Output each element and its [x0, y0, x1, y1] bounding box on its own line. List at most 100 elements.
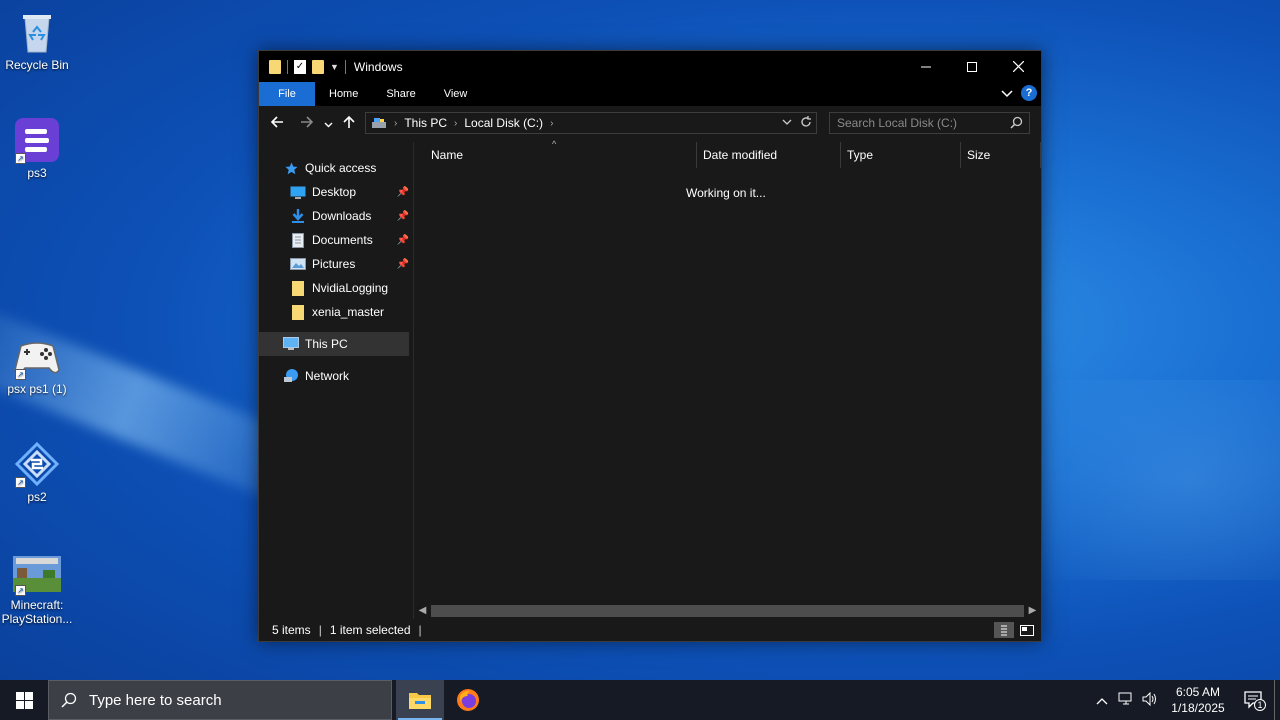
nav-item-quick-access[interactable]: Quick access	[259, 156, 413, 180]
recycle-bin-icon	[13, 8, 61, 56]
close-button[interactable]	[995, 51, 1041, 82]
status-separator: |	[418, 623, 422, 637]
column-header-date-modified[interactable]: Date modified	[697, 142, 841, 168]
show-hidden-icons-button[interactable]	[1090, 693, 1114, 708]
column-header-type[interactable]: Type	[841, 142, 961, 168]
notification-count-badge: 1	[1254, 699, 1266, 711]
minimize-button[interactable]	[903, 51, 949, 82]
expand-ribbon-icon[interactable]	[1001, 87, 1013, 99]
ribbon-tabs: File Home Share View ?	[259, 82, 1041, 106]
search-icon[interactable]	[1010, 116, 1023, 129]
address-history-icon[interactable]	[782, 115, 792, 129]
breadcrumb-separator-icon[interactable]: ›	[550, 118, 553, 129]
nav-item-label: Downloads	[312, 209, 372, 223]
scrollbar-thumb[interactable]	[431, 604, 1024, 617]
back-button[interactable]	[265, 115, 289, 133]
download-icon	[290, 208, 306, 224]
search-box[interactable]: Search Local Disk (C:)	[829, 112, 1030, 134]
nav-item-label: NvidiaLogging	[312, 281, 389, 295]
title-bar[interactable]: ✓ ▼ Windows	[259, 51, 1041, 82]
scroll-left-icon[interactable]: ◀	[414, 605, 431, 616]
desktop-icon-ps3[interactable]: ↗ ps3	[0, 116, 74, 180]
address-bar[interactable]: › This PC › Local Disk (C:) ›	[365, 112, 817, 134]
column-header-name[interactable]: Name	[425, 142, 697, 168]
nav-item-pictures[interactable]: Pictures 📌	[259, 252, 413, 276]
details-view-button[interactable]	[994, 622, 1014, 638]
drive-icon	[372, 118, 386, 128]
tab-home[interactable]: Home	[315, 82, 372, 106]
large-icons-view-button[interactable]	[1017, 622, 1037, 638]
new-folder-icon[interactable]	[312, 59, 324, 74]
desktop-icon-label: ps3	[27, 166, 47, 180]
scroll-right-icon[interactable]: ▶	[1024, 605, 1041, 616]
address-bar-controls	[782, 115, 812, 129]
show-desktop-button[interactable]	[1274, 680, 1280, 720]
nav-item-network[interactable]: Network	[259, 364, 413, 388]
desktop-icon-recycle-bin[interactable]: Recycle Bin	[0, 8, 74, 72]
breadcrumb-separator-icon: ›	[454, 117, 458, 129]
ps3-emulator-icon: ↗	[13, 116, 61, 164]
network-tray-button[interactable]	[1114, 692, 1138, 709]
desktop-icon-label: Recycle Bin	[5, 58, 69, 72]
file-list-area[interactable]: ^ Name Date modified Type Size Working o…	[414, 139, 1041, 619]
desktop-icon-minecraft[interactable]: ↗ Minecraft: PlayStation...	[0, 556, 74, 626]
computer-icon	[283, 336, 299, 352]
taskbar-search-box[interactable]: Type here to search	[48, 680, 392, 720]
properties-icon[interactable]: ✓	[294, 59, 306, 74]
start-button[interactable]	[0, 680, 48, 720]
tab-share[interactable]: Share	[372, 82, 429, 106]
shortcut-arrow-icon: ↗	[15, 153, 26, 164]
taskbar: Type here to search 6:05 AM 1/18/2025 1	[0, 680, 1280, 720]
column-header-size[interactable]: Size	[961, 142, 1041, 168]
maximize-button[interactable]	[949, 51, 995, 82]
chevron-down-icon	[324, 122, 332, 127]
clock[interactable]: 6:05 AM 1/18/2025	[1166, 684, 1230, 716]
shortcut-arrow-icon: ↗	[15, 477, 26, 488]
file-explorer-window[interactable]: ✓ ▼ Windows File Home Share View ? › Thi…	[258, 50, 1042, 642]
nav-item-nvidialogging[interactable]: NvidiaLogging	[259, 276, 413, 300]
help-icon[interactable]: ?	[1021, 85, 1037, 101]
network-icon	[283, 368, 299, 384]
desktop-icon-ps2[interactable]: ↗ ps2	[0, 440, 74, 504]
window-title: Windows	[353, 59, 403, 74]
pin-icon[interactable]: 📌	[397, 235, 409, 246]
nav-item-xenia-master[interactable]: xenia_master	[259, 300, 413, 324]
taskbar-firefox[interactable]	[444, 680, 492, 720]
nav-item-downloads[interactable]: Downloads 📌	[259, 204, 413, 228]
maximize-icon	[967, 61, 977, 72]
minimize-icon	[921, 66, 931, 67]
pin-icon[interactable]: 📌	[397, 187, 409, 198]
folder-icon	[290, 280, 306, 296]
nav-item-desktop[interactable]: Desktop 📌	[259, 180, 413, 204]
ribbon-right-controls: ?	[1001, 85, 1037, 101]
up-button[interactable]	[337, 115, 361, 133]
firefox-icon	[457, 689, 479, 711]
selection-count: 1 item selected	[329, 623, 411, 637]
search-icon	[61, 692, 77, 708]
action-center-button[interactable]: 1	[1234, 691, 1274, 711]
tab-file[interactable]: File	[259, 82, 315, 106]
desktop-icon-psx[interactable]: ↗ psx ps1 (1)	[0, 332, 74, 396]
nav-item-this-pc[interactable]: This PC	[259, 332, 409, 356]
horizontal-scrollbar[interactable]: ◀ ▶	[414, 602, 1041, 619]
volume-button[interactable]	[1138, 691, 1162, 709]
large-icons-view-icon	[1020, 624, 1034, 636]
pin-icon[interactable]: 📌	[397, 211, 409, 222]
up-arrow-icon	[343, 115, 355, 128]
forward-button[interactable]	[295, 115, 319, 133]
pin-icon[interactable]: 📌	[397, 259, 409, 270]
gamepad-icon: ↗	[13, 332, 61, 380]
status-bar: 5 items | 1 item selected |	[259, 619, 1041, 641]
nav-item-documents[interactable]: Documents 📌	[259, 228, 413, 252]
breadcrumb-this-pc[interactable]: This PC	[404, 116, 447, 130]
tab-view[interactable]: View	[430, 82, 482, 106]
navigation-pane[interactable]: Quick access Desktop 📌 Downloads 📌 Docum…	[259, 142, 414, 619]
refresh-icon[interactable]	[800, 115, 812, 129]
breadcrumb-local-disk[interactable]: Local Disk (C:)	[464, 116, 543, 130]
recent-locations-button[interactable]	[319, 116, 337, 133]
taskbar-file-explorer[interactable]	[396, 680, 444, 720]
customize-toolbar-icon[interactable]: ▼	[330, 62, 339, 72]
network-status-icon	[1118, 692, 1132, 704]
windows-logo-icon	[15, 691, 33, 709]
folder-icon	[269, 59, 281, 74]
